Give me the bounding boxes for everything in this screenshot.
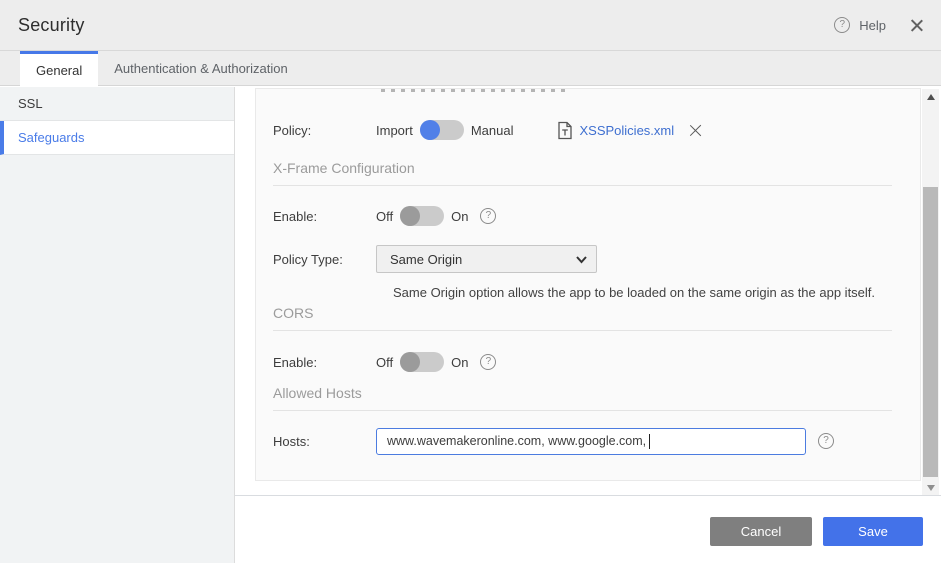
policy-type-select-wrap: Same Origin <box>376 245 597 273</box>
uploaded-policy-file: XSSPolicies.xml <box>557 121 703 140</box>
xframe-section-title: X-Frame Configuration <box>273 160 892 186</box>
allowed-hosts-section-title: Allowed Hosts <box>273 385 892 411</box>
xframe-enable-label: Enable: <box>273 208 318 224</box>
tab-bar: General Authentication & Authorization <box>0 51 941 86</box>
scroll-down-icon[interactable] <box>922 480 939 495</box>
policy-label: Policy: <box>273 122 312 138</box>
settings-sidebar: SSL Safeguards <box>0 87 235 563</box>
tab-authentication-authorization[interactable]: Authentication & Authorization <box>98 51 303 86</box>
xframe-enable-row: Enable: Off On ? <box>273 202 900 230</box>
help-icon[interactable]: ? <box>834 17 851 33</box>
policy-type-helper-text: Same Origin option allows the app to be … <box>393 285 876 300</box>
scrollbar-thumb[interactable] <box>923 187 938 477</box>
hosts-label: Hosts: <box>273 433 310 449</box>
policy-row: Policy: Import Manual XSSPolicies.xml <box>273 115 900 145</box>
sidebar-item-safeguards[interactable]: Safeguards <box>0 121 234 155</box>
hosts-input[interactable]: www.wavemakeronline.com, www.google.com, <box>376 427 806 455</box>
dialog-header: Security ? Help <box>0 0 941 51</box>
dialog-body: SSL Safeguards Policy: Import Manual XSS… <box>0 87 941 563</box>
header-actions: ? Help <box>834 17 924 33</box>
safeguards-content: Policy: Import Manual XSSPolicies.xml X-… <box>235 87 941 563</box>
hosts-help-icon[interactable]: ? <box>818 433 834 449</box>
safeguards-form-panel: Policy: Import Manual XSSPolicies.xml X-… <box>255 88 921 481</box>
toggle-knob <box>400 352 421 372</box>
policy-type-row: Policy Type: Same Origin <box>273 245 900 273</box>
sidebar-item-ssl[interactable]: SSL <box>0 87 234 121</box>
cors-enable-toggle[interactable] <box>400 352 445 372</box>
xframe-off-label[interactable]: Off <box>376 209 393 224</box>
policy-type-select[interactable]: Same Origin <box>376 245 597 273</box>
help-link[interactable]: Help <box>859 18 886 33</box>
toggle-knob <box>419 120 440 140</box>
footer-divider <box>235 495 941 496</box>
page-title: Security <box>18 14 85 35</box>
text-cursor <box>649 433 651 449</box>
scrolled-out-row-fragment <box>381 89 566 92</box>
xframe-on-label[interactable]: On <box>451 209 468 224</box>
remove-file-icon[interactable] <box>688 123 703 138</box>
scroll-up-icon[interactable] <box>922 89 939 104</box>
cors-enable-label: Enable: <box>273 354 318 370</box>
cors-off-label[interactable]: Off <box>376 355 393 370</box>
cors-enable-row: Enable: Off On ? <box>273 348 900 376</box>
close-icon[interactable] <box>909 18 924 33</box>
policy-import-label[interactable]: Import <box>376 123 413 138</box>
toggle-knob <box>400 206 421 226</box>
security-dialog: Security ? Help General Authentication &… <box>0 0 941 563</box>
policy-manual-label[interactable]: Manual <box>471 123 514 138</box>
cors-enable-help-icon[interactable]: ? <box>480 354 497 370</box>
save-button[interactable]: Save <box>823 517 923 546</box>
cors-on-label[interactable]: On <box>451 355 468 370</box>
hosts-input-value: www.wavemakeronline.com, www.google.com, <box>387 434 647 448</box>
policy-import-manual-toggle[interactable] <box>419 120 464 140</box>
policy-type-label: Policy Type: <box>273 251 343 267</box>
cors-section-title: CORS <box>273 305 892 331</box>
xml-file-icon <box>558 121 573 139</box>
hosts-row: Hosts: www.wavemakeronline.com, www.goog… <box>273 427 900 455</box>
cancel-button[interactable]: Cancel <box>710 517 812 546</box>
xframe-enable-help-icon[interactable]: ? <box>480 208 497 224</box>
policy-file-link[interactable]: XSSPolicies.xml <box>579 123 674 138</box>
xframe-enable-toggle[interactable] <box>400 206 445 226</box>
tab-general[interactable]: General <box>20 51 99 86</box>
vertical-scrollbar[interactable] <box>922 89 939 495</box>
